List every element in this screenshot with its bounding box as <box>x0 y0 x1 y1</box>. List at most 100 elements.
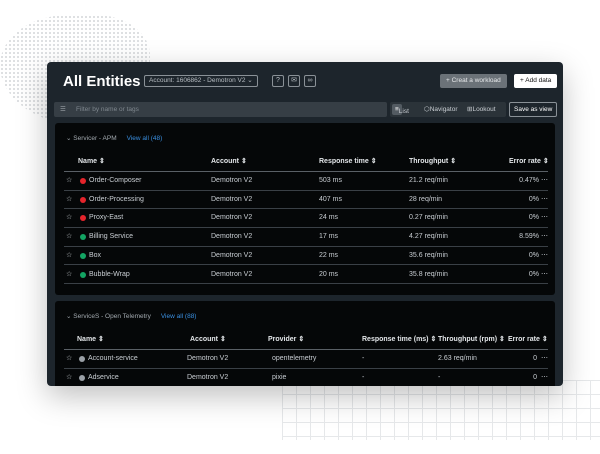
error-rate-cell: 8.59% <box>519 228 539 247</box>
otel-table-header: Name ⇕ Account ⇕ Provider ⇕ Response tim… <box>64 331 548 350</box>
response-time-cell: 24 ms <box>319 209 338 228</box>
col-response-time[interactable]: Response time (ms) ⇕ <box>362 331 436 350</box>
star-icon[interactable]: ☆ <box>66 228 72 247</box>
more-icon[interactable]: ⋯ <box>541 172 548 191</box>
star-icon[interactable]: ☆ <box>66 247 72 266</box>
account-cell: Demotron V2 <box>211 247 252 266</box>
col-error-rate[interactable]: Error rate ⇕ <box>508 331 548 350</box>
more-icon[interactable]: ⋯ <box>541 209 548 228</box>
tab-list[interactable]: ≡ List <box>392 104 402 115</box>
table-row[interactable]: ☆ Order-Composer Demotron V2 503 ms 21.2… <box>64 172 548 191</box>
entity-type-icon <box>79 356 85 362</box>
account-cell: Demotron V2 <box>187 350 228 369</box>
col-error-rate[interactable]: Error rate ⇕ <box>509 153 549 172</box>
col-provider[interactable]: Provider ⇕ <box>268 331 304 350</box>
account-cell: Demotron V2 <box>211 172 252 191</box>
col-throughput[interactable]: Throughput (rpm) ⇕ <box>438 331 505 350</box>
mail-icon[interactable]: ✉ <box>288 75 300 87</box>
response-time-cell: 22 ms <box>319 247 338 266</box>
star-icon[interactable]: ☆ <box>66 350 72 369</box>
link-icon[interactable]: ∞ <box>304 75 316 87</box>
decorative-grid <box>282 380 600 440</box>
filter-placeholder: Filter by name or tags <box>76 106 139 113</box>
add-data-button[interactable]: + Add data <box>514 74 557 88</box>
col-throughput[interactable]: Throughput ⇕ <box>409 153 456 172</box>
more-icon[interactable]: ⋯ <box>541 350 548 369</box>
table-row[interactable]: ☆ Order-Processing Demotron V2 407 ms 28… <box>64 191 548 210</box>
save-as-view-button[interactable]: Save as view <box>509 102 557 117</box>
apm-section: ⌄ Servicer - APMView all (48) Name ⇕ Acc… <box>55 123 555 295</box>
throughput-cell: 21.2 req/min <box>409 172 448 191</box>
throughput-cell: 35.6 req/min <box>409 247 448 266</box>
throughput-cell: 0.27 req/min <box>409 209 448 228</box>
otel-view-all-link[interactable]: View all (88) <box>161 313 197 320</box>
entity-name[interactable]: Order-Composer <box>89 172 142 191</box>
status-dot-icon <box>80 234 86 240</box>
more-icon[interactable]: ⋯ <box>541 247 548 266</box>
otel-section-header[interactable]: ⌄ ServiceS - Open TelemetryView all (88) <box>66 312 196 320</box>
more-icon[interactable]: ⋯ <box>541 191 548 210</box>
star-icon[interactable]: ☆ <box>66 369 72 386</box>
create-workload-button[interactable]: + Creat a workload <box>440 74 507 88</box>
more-icon[interactable]: ⋯ <box>541 228 548 247</box>
account-cell: Demotron V2 <box>211 191 252 210</box>
entity-name[interactable]: Proxy-East <box>89 209 123 228</box>
otel-section: ⌄ ServiceS - Open TelemetryView all (88)… <box>55 301 555 386</box>
error-rate-cell: 0% <box>529 209 539 228</box>
table-row[interactable]: ☆ Account-service Demotron V2 openteleme… <box>64 350 548 369</box>
col-account[interactable]: Account ⇕ <box>190 331 226 350</box>
entity-name[interactable]: Bubble-Wrap <box>89 266 130 285</box>
col-account[interactable]: Account ⇕ <box>211 153 247 172</box>
status-dot-icon <box>80 215 86 221</box>
star-icon[interactable]: ☆ <box>66 209 72 228</box>
account-cell: Demotron V2 <box>211 266 252 285</box>
table-row[interactable]: ☆ Billing Service Demotron V2 17 ms 4.27… <box>64 228 548 247</box>
entity-name[interactable]: Adservice <box>88 369 119 386</box>
table-row[interactable]: ☆ Adservice Demotron V2 pixie - - 0 ⋯ <box>64 369 548 386</box>
entity-name[interactable]: Account-service <box>88 350 138 369</box>
entity-name[interactable]: Order-Processing <box>89 191 144 210</box>
throughput-cell: 2.63 req/min <box>438 350 477 369</box>
provider-cell: opentelemetry <box>272 350 316 369</box>
star-icon[interactable]: ☆ <box>66 191 72 210</box>
tab-lookout[interactable]: ⊞ Lookout <box>467 102 472 117</box>
star-icon[interactable]: ☆ <box>66 266 72 285</box>
apm-view-all-link[interactable]: View all (48) <box>127 135 163 142</box>
response-time-cell: 407 ms <box>319 191 342 210</box>
star-icon[interactable]: ☆ <box>66 172 72 191</box>
throughput-cell: 4.27 req/min <box>409 228 448 247</box>
table-row[interactable]: ☆ Proxy-East Demotron V2 24 ms 0.27 req/… <box>64 209 548 228</box>
throughput-cell: 35.8 req/min <box>409 266 448 285</box>
entity-type-icon <box>79 375 85 381</box>
app-window: All Entities Account: 1606862 - Demotron… <box>47 62 563 386</box>
response-time-cell: 503 ms <box>319 172 342 191</box>
apm-section-header[interactable]: ⌄ Servicer - APMView all (48) <box>66 134 162 142</box>
more-icon[interactable]: ⋯ <box>541 266 548 285</box>
throughput-cell: - <box>438 369 440 386</box>
col-name[interactable]: Name ⇕ <box>78 153 105 172</box>
account-cell: Demotron V2 <box>211 228 252 247</box>
account-cell: Demotron V2 <box>211 209 252 228</box>
page-title: All Entities <box>63 73 141 90</box>
account-cell: Demotron V2 <box>187 369 228 386</box>
error-rate-cell: 0 <box>533 369 537 386</box>
tab-navigator-label: Navigator <box>430 102 458 117</box>
tab-navigator[interactable]: ⬡ Navigator <box>424 102 430 117</box>
col-name[interactable]: Name ⇕ <box>77 331 104 350</box>
table-row[interactable]: ☆ Box Demotron V2 22 ms 35.6 req/min 0% … <box>64 247 548 266</box>
status-dot-icon <box>80 253 86 259</box>
view-switcher: ≡ List ⬡ Navigator ⊞ Lookout <box>390 102 506 117</box>
entity-name[interactable]: Box <box>89 247 101 266</box>
status-dot-icon <box>80 272 86 278</box>
entity-name[interactable]: Billing Service <box>89 228 133 247</box>
error-rate-cell: 0% <box>529 266 539 285</box>
status-dot-icon <box>80 197 86 203</box>
help-icon[interactable]: ? <box>272 75 284 87</box>
col-response-time[interactable]: Response time ⇕ <box>319 153 377 172</box>
table-row[interactable]: ☆ Bubble-Wrap Demotron V2 20 ms 35.8 req… <box>64 266 548 285</box>
response-time-cell: 20 ms <box>319 266 338 285</box>
error-rate-cell: 0 <box>533 350 537 369</box>
account-selector[interactable]: Account: 1606862 - Demotron V2 ⌄ <box>144 75 258 87</box>
filter-input[interactable]: ☰Filter by name or tags <box>54 102 387 117</box>
more-icon[interactable]: ⋯ <box>541 369 548 386</box>
